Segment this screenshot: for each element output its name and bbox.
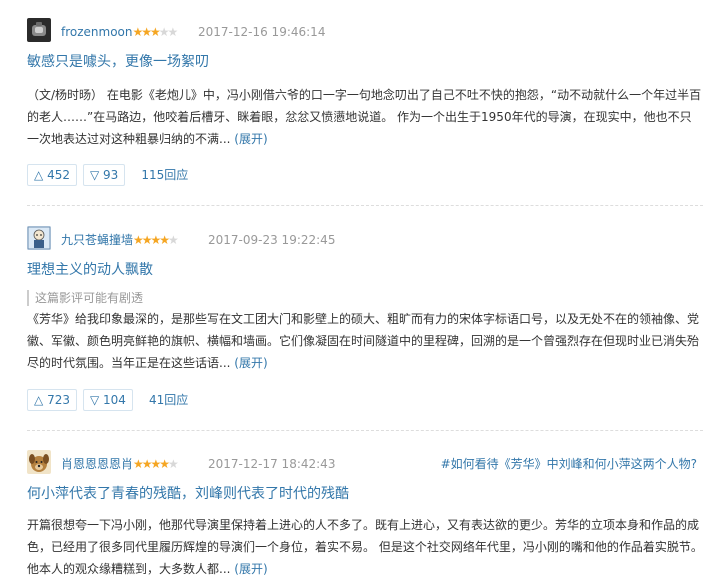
up-arrow-icon: △ xyxy=(34,393,44,407)
divider xyxy=(27,430,703,431)
review-actions: △ 723 ▽ 104 41回应 xyxy=(27,389,188,411)
review-title[interactable]: 理想主义的动人飘散 xyxy=(27,260,153,280)
review-actions: △ 452 ▽ 93 115回应 xyxy=(27,164,188,186)
author-line: 九只苍蝇撞墙★★★★★ xyxy=(61,232,179,248)
downvote-button[interactable]: ▽ 93 xyxy=(82,164,126,186)
expand-link[interactable]: (展开) xyxy=(234,562,267,576)
review-excerpt: 《芳华》给我印象最深的，是那些写在文工团大门和影壁上的硕大、粗旷而有力的宋体字标… xyxy=(27,312,700,370)
review-title[interactable]: 敏感只是噱头，更像一场絮叨 xyxy=(27,52,209,72)
review-time: 2017-09-23 19:22:45 xyxy=(208,233,336,247)
user-avatar[interactable] xyxy=(27,450,51,474)
review-excerpt: 开篇很想夸一下冯小刚，他那代导演里保持着上进心的人不多了。既有上进心，又有表达欲… xyxy=(27,518,703,576)
rating-stars: ★★★★★ xyxy=(132,25,179,39)
user-avatar[interactable] xyxy=(27,18,51,42)
review-title[interactable]: 何小萍代表了青春的残酷，刘峰则代表了时代的残酷 xyxy=(27,484,349,504)
up-arrow-icon: △ xyxy=(34,168,44,182)
user-avatar[interactable] xyxy=(27,226,51,250)
author-line: 肖恩恩恩恩肖★★★★★ xyxy=(61,456,179,472)
rating-stars: ★★★★★ xyxy=(133,457,179,471)
review-time: 2017-12-17 18:42:43 xyxy=(208,457,336,471)
down-arrow-icon: ▽ xyxy=(89,168,100,182)
author-line: frozenmoon★★★★★ xyxy=(61,24,179,40)
upvote-button[interactable]: △ 452 xyxy=(27,164,77,186)
topic-link[interactable]: #如何看待《芳华》中刘峰和何小萍这两个人物? xyxy=(441,456,697,472)
reply-count-link[interactable]: 41回应 xyxy=(149,389,188,411)
author-name[interactable]: 肖恩恩恩恩肖 xyxy=(61,457,133,471)
upvote-button[interactable]: △ 723 xyxy=(27,389,77,411)
author-name[interactable]: frozenmoon xyxy=(61,25,133,39)
review-excerpt: （文/杨时旸） 在电影《老炮儿》中，冯小刚借六爷的口一字一句地念叨出了自己不吐不… xyxy=(27,88,702,146)
expand-link[interactable]: (展开) xyxy=(234,356,267,370)
rating-stars: ★★★★★ xyxy=(133,233,179,247)
reply-count-link[interactable]: 115回应 xyxy=(141,164,188,186)
downvote-button[interactable]: ▽ 104 xyxy=(82,389,133,411)
divider xyxy=(27,205,703,206)
author-name[interactable]: 九只苍蝇撞墙 xyxy=(61,233,133,247)
down-arrow-icon: ▽ xyxy=(89,393,100,407)
expand-link[interactable]: (展开) xyxy=(234,132,267,146)
review-time: 2017-12-16 19:46:14 xyxy=(198,25,326,39)
spoiler-warning: 这篇影评可能有剧透 xyxy=(27,290,143,306)
